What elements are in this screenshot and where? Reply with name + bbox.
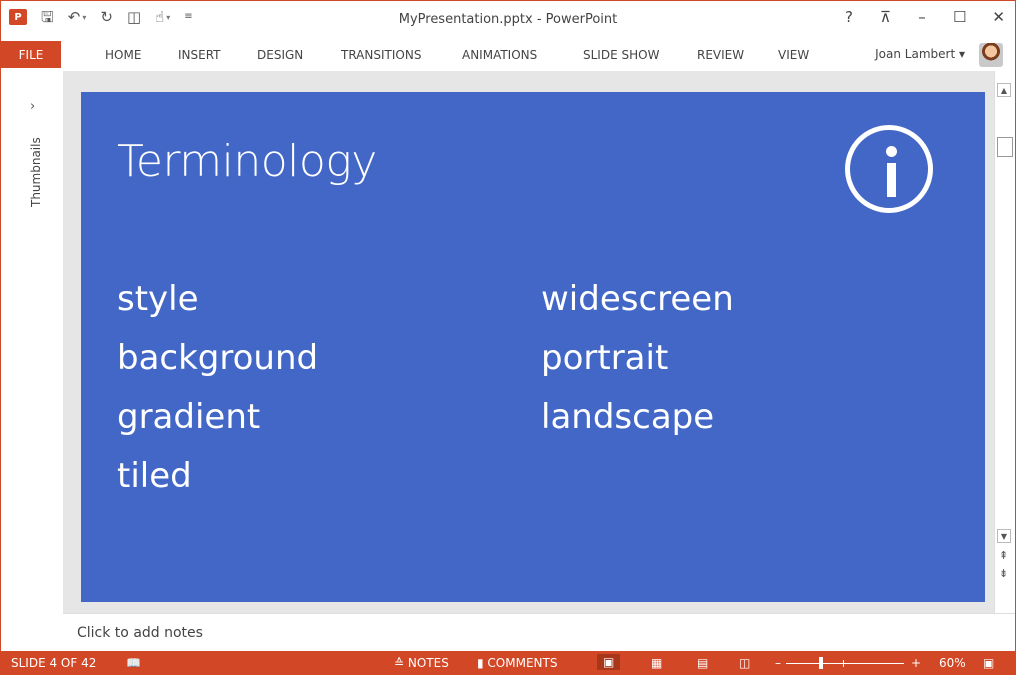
avatar[interactable]: [979, 43, 1003, 67]
thumbnails-label[interactable]: Thumbnails: [29, 129, 43, 207]
window-controls: ? ⊼ – ☐ ✕: [844, 8, 1005, 26]
slide-canvas[interactable]: Terminology style background gradient ti…: [81, 92, 985, 602]
right-terms-list[interactable]: widescreen portrait landscape: [541, 270, 734, 447]
comments-icon: ▮: [477, 656, 488, 670]
previous-slide-icon[interactable]: ⇞: [999, 549, 1008, 562]
vertical-scrollbar[interactable]: ▲ ▼ ⇞ ⇟: [994, 71, 1015, 613]
slide-title[interactable]: Terminology: [117, 136, 377, 187]
user-account-name[interactable]: Joan Lambert ▾: [875, 47, 965, 61]
scroll-down-icon[interactable]: ▼: [997, 529, 1011, 543]
zoom-slider-midpoint: [843, 660, 844, 667]
next-slide-icon[interactable]: ⇟: [999, 567, 1008, 580]
comments-button[interactable]: ▮ COMMENTS: [477, 656, 557, 670]
slide-sorter-icon[interactable]: ▦: [651, 656, 662, 670]
tab-view[interactable]: VIEW: [778, 48, 809, 62]
term-item: gradient: [117, 397, 261, 437]
info-icon: [845, 125, 933, 213]
left-terms-list[interactable]: style background gradient tiled: [117, 270, 318, 506]
tab-animations[interactable]: ANIMATIONS: [462, 48, 537, 62]
tab-slide-show[interactable]: SLIDE SHOW: [583, 48, 659, 62]
zoom-level[interactable]: 60%: [939, 656, 966, 670]
tab-file[interactable]: FILE: [1, 41, 61, 68]
term-item: style: [117, 279, 199, 319]
term-item: portrait: [541, 338, 669, 378]
slide-indicator[interactable]: SLIDE 4 OF 42: [11, 656, 96, 670]
term-item: background: [117, 338, 319, 378]
reading-view-icon[interactable]: ▤: [697, 656, 708, 670]
user-name: Joan Lambert: [875, 47, 956, 61]
powerpoint-window: P 🖫 ↶ ▾ ↻ ◫ ☝ ▾ ≡ MyPresentation.pptx - …: [0, 0, 1016, 675]
tab-insert[interactable]: INSERT: [178, 48, 221, 62]
ribbon-display-options-icon[interactable]: ⊼: [880, 8, 891, 26]
help-icon[interactable]: ?: [844, 8, 854, 26]
title-bar: P 🖫 ↶ ▾ ↻ ◫ ☝ ▾ ≡ MyPresentation.pptx - …: [1, 1, 1015, 39]
spell-check-icon[interactable]: 📖: [126, 656, 141, 670]
notes-icon: ≙: [394, 656, 408, 670]
ribbon-tabs: FILE HOME INSERT DESIGN TRANSITIONS ANIM…: [1, 39, 1015, 71]
status-bar: SLIDE 4 OF 42 📖 ≙ NOTES ▮ COMMENTS ▣ ▦ ▤…: [1, 651, 1015, 674]
tab-transitions[interactable]: TRANSITIONS: [341, 48, 421, 62]
term-item: landscape: [541, 397, 715, 437]
notes-label: NOTES: [407, 656, 449, 670]
term-item: tiled: [117, 456, 192, 496]
zoom-slider-track[interactable]: [786, 663, 904, 664]
term-item: widescreen: [541, 279, 734, 319]
notes-button[interactable]: ≙ NOTES: [394, 656, 449, 670]
close-icon[interactable]: ✕: [992, 8, 1005, 26]
tab-review[interactable]: REVIEW: [697, 48, 744, 62]
scroll-thumb[interactable]: [997, 137, 1013, 157]
info-icon-dot: [886, 146, 897, 157]
tab-home[interactable]: HOME: [105, 48, 141, 62]
expand-thumbnails-chevron-icon[interactable]: ›: [30, 99, 35, 114]
info-icon-bar: [887, 163, 896, 197]
maximize-icon[interactable]: ☐: [953, 8, 966, 26]
zoom-out-button[interactable]: –: [775, 656, 781, 670]
normal-view-icon[interactable]: ▣: [597, 654, 621, 670]
zoom-slider-thumb[interactable]: [819, 657, 823, 669]
tab-design[interactable]: DESIGN: [257, 48, 303, 62]
slide-show-icon[interactable]: ◫: [739, 656, 750, 670]
scroll-up-icon[interactable]: ▲: [997, 83, 1011, 97]
notes-pane[interactable]: Click to add notes: [63, 613, 1015, 652]
notes-placeholder[interactable]: Click to add notes: [77, 625, 203, 641]
minimize-icon[interactable]: –: [917, 8, 927, 26]
zoom-in-button[interactable]: +: [911, 656, 921, 670]
thumbnails-pane: › Thumbnails: [1, 71, 64, 651]
slide-editing-area: Terminology style background gradient ti…: [63, 71, 997, 613]
fit-slide-to-window-icon[interactable]: ▣: [983, 656, 994, 670]
comments-label: COMMENTS: [487, 656, 558, 670]
